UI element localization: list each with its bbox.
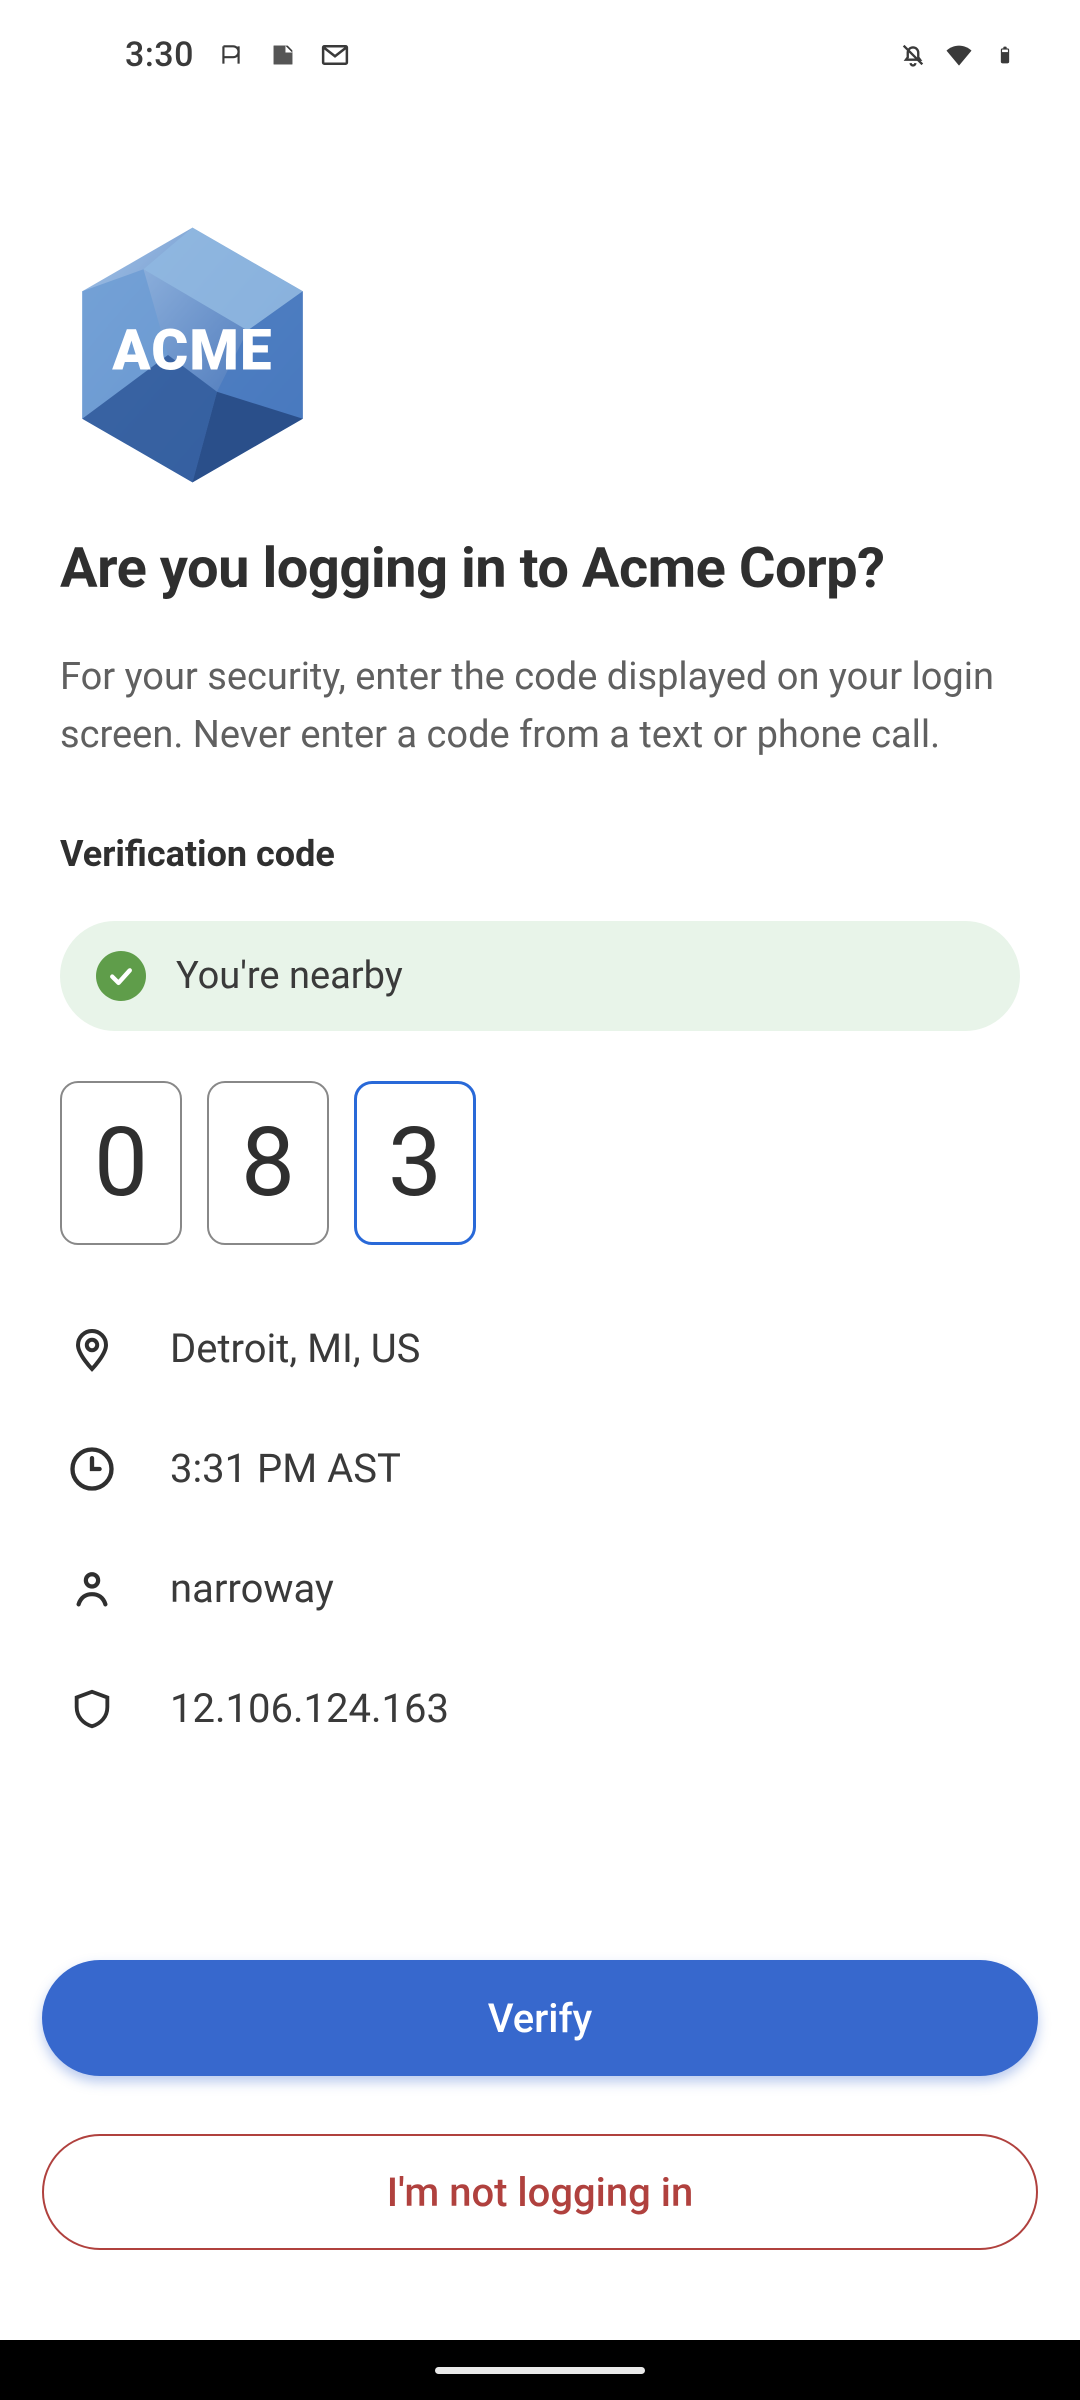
location-row: Detroit, MI, US (60, 1297, 1020, 1417)
app-logo: ACME (70, 220, 315, 490)
nearby-status-text: You're nearby (176, 954, 403, 998)
location-text: Detroit, MI, US (170, 1325, 420, 1372)
wifi-icon (944, 40, 974, 70)
battery-icon (990, 40, 1020, 70)
location-pin-icon (64, 1321, 120, 1377)
logo-text: ACME (111, 318, 273, 384)
note-icon (268, 40, 298, 70)
clock-icon (64, 1441, 120, 1497)
code-input-row (60, 1081, 1020, 1245)
verification-code-label: Verification code (60, 833, 1020, 875)
status-bar: 3:30 (0, 0, 1080, 110)
code-digit-1[interactable] (60, 1081, 182, 1245)
duo-icon (216, 40, 246, 70)
page-title: Are you logging in to Acme Corp? (60, 535, 1020, 601)
code-digit-2[interactable] (207, 1081, 329, 1245)
gesture-nav-bar[interactable] (0, 2340, 1080, 2400)
user-icon (64, 1561, 120, 1617)
user-row: narroway (60, 1537, 1020, 1657)
status-time: 3:30 (125, 35, 194, 75)
not-logging-in-button[interactable]: I'm not logging in (42, 2134, 1038, 2250)
ip-text: 12.106.124.163 (170, 1685, 449, 1732)
shield-icon (64, 1681, 120, 1737)
ip-row: 12.106.124.163 (60, 1657, 1020, 1777)
nav-handle-icon (435, 2367, 645, 2374)
nearby-status-pill: You're nearby (60, 921, 1020, 1031)
check-circle-icon (96, 951, 146, 1001)
time-row: 3:31 PM AST (60, 1417, 1020, 1537)
code-digit-3[interactable] (354, 1081, 476, 1245)
time-text: 3:31 PM AST (170, 1445, 401, 1492)
verify-button[interactable]: Verify (42, 1960, 1038, 2076)
notifications-off-icon (898, 40, 928, 70)
user-text: narroway (170, 1565, 334, 1612)
gmail-icon (320, 40, 350, 70)
page-subtitle: For your security, enter the code displa… (60, 649, 1020, 765)
